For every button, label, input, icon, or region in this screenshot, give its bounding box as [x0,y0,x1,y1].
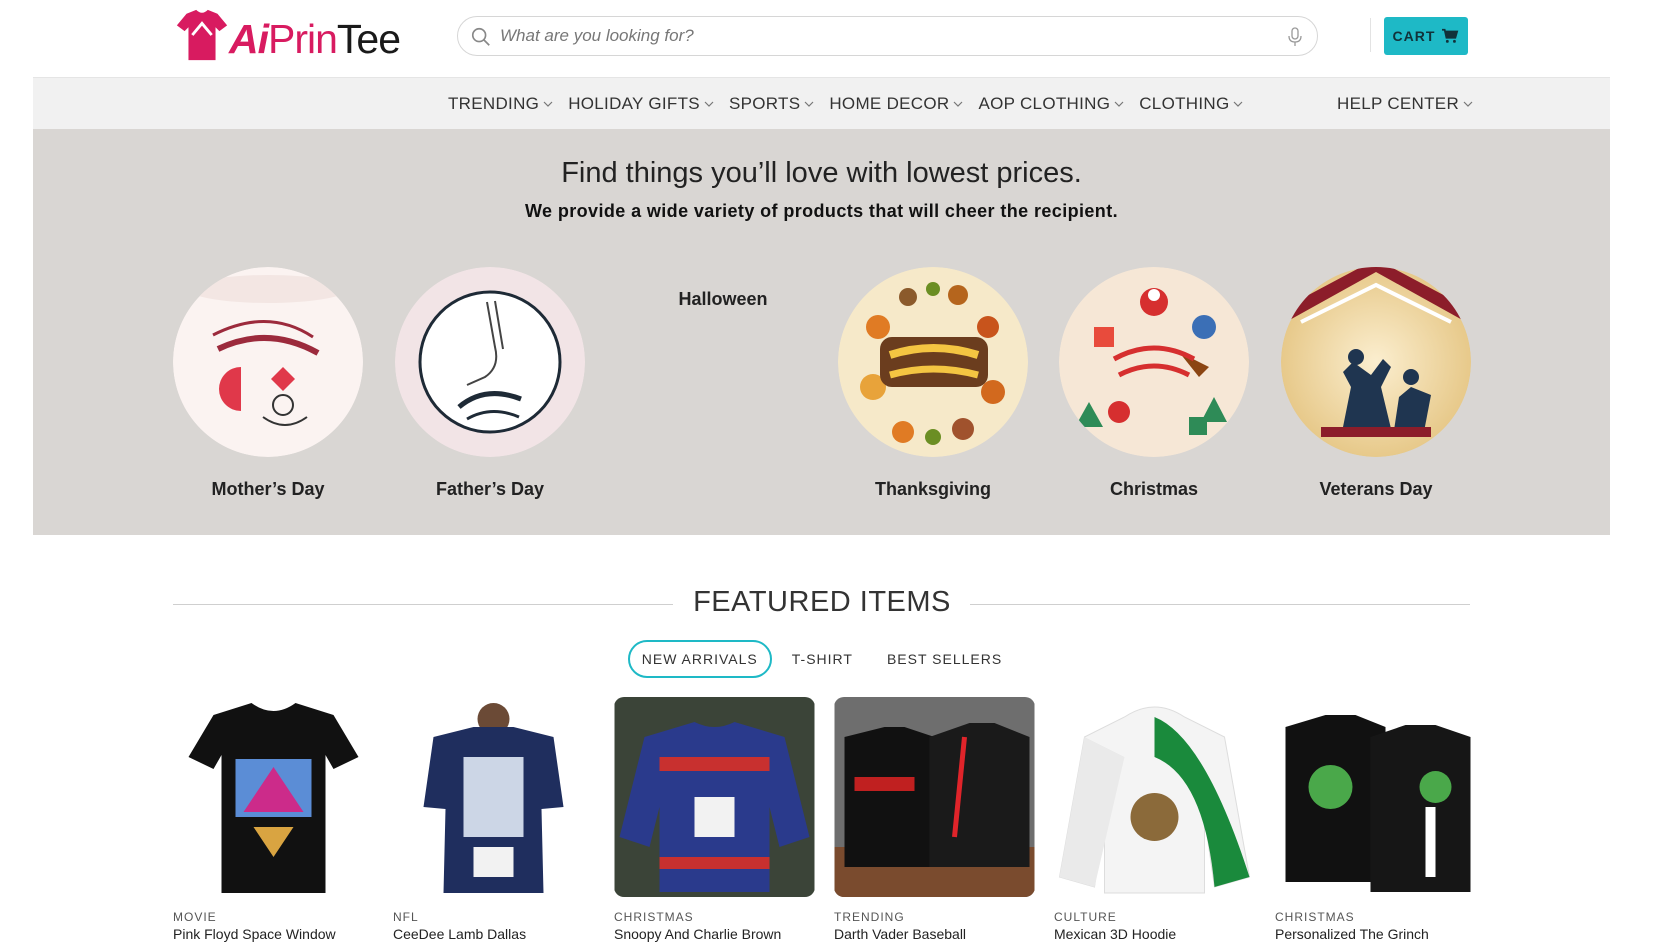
search-bar [457,16,1318,56]
product-image [393,697,594,897]
chevron-down-icon [1234,101,1243,107]
hero-title: Find things you’ll love with lowest pric… [561,157,1082,189]
product-image [173,697,374,897]
site-logo[interactable]: AiPrinTee [173,4,401,66]
featured-divider-right [970,604,1470,605]
christmas-image [1059,267,1249,457]
category-christmas[interactable]: Christmas [1059,267,1249,499]
product-card[interactable]: CULTURE Mexican 3D Hoodie [1054,697,1255,942]
fathers-day-image [395,267,585,457]
category-thanksgiving[interactable]: Thanksgiving [838,267,1028,499]
nav-menu: TRENDING HOLIDAY GIFTS SPORTS HOME DECOR… [448,78,1258,130]
nav-item-sports[interactable]: SPORTS [729,94,814,114]
product-category: CULTURE [1054,910,1117,924]
nav-item-holiday-gifts[interactable]: HOLIDAY GIFTS [568,94,714,114]
product-image [1275,697,1476,897]
category-label: Thanksgiving [874,479,991,499]
category-label: Veterans Day [1319,479,1433,499]
featured-tabs: NEW ARRIVALS T-SHIRT BEST SELLERS [0,640,1644,678]
product-card[interactable]: CHRISTMAS Snoopy And Charlie Brown [614,697,815,942]
product-category: CHRISTMAS [1275,910,1355,924]
logo-wordmark: AiPrinTee [229,16,401,62]
cart-icon [1442,28,1459,43]
category-label: Christmas [1109,479,1199,499]
nav-item-home-decor[interactable]: HOME DECOR [829,94,963,114]
mothers-day-image [173,267,363,457]
product-category: NFL [393,910,419,924]
nav-item-trending[interactable]: TRENDING [448,94,553,114]
product-name: Darth Vader Baseball [834,926,967,942]
microphone-icon[interactable] [1287,27,1303,47]
product-name: CeeDee Lamb Dallas [393,926,527,942]
product-name: Mexican 3D Hoodie [1054,926,1177,942]
product-category: TRENDING [834,910,905,924]
product-card[interactable]: NFL CeeDee Lamb Dallas [393,697,594,942]
chevron-down-icon [954,101,963,107]
category-label: Halloween [678,289,768,309]
nav-item-aop-clothing[interactable]: AOP CLOTHING [978,94,1124,114]
search-icon[interactable] [470,26,492,48]
tab-new-arrivals[interactable]: NEW ARRIVALS [627,640,772,678]
product-category: MOVIE [173,910,217,924]
product-image [834,697,1035,897]
product-name: Snoopy And Charlie Brown [614,926,782,942]
veterans-day-image [1281,259,1471,457]
site-header: AiPrinTee CART [33,0,1610,77]
search-input[interactable] [500,23,1260,49]
hero-banner: Find things you’ll love with lowest pric… [33,129,1610,535]
tab-best-sellers[interactable]: BEST SELLERS [873,640,1016,678]
cart-label: CART [1392,28,1436,44]
category-label: Mother’s Day [211,479,325,499]
product-card[interactable]: MOVIE Pink Floyd Space Window [173,697,374,942]
header-divider [1370,18,1371,52]
tab-t-shirt[interactable]: T-SHIRT [778,640,867,678]
category-fathers-day[interactable]: Father’s Day [395,267,585,499]
product-image [614,697,815,897]
product-card[interactable]: TRENDING Darth Vader Baseball [834,697,1035,942]
chevron-down-icon [1463,101,1473,107]
nav-item-help-center[interactable]: HELP CENTER [1337,78,1473,130]
tshirt-logo-icon [176,9,228,61]
nav-item-clothing[interactable]: CLOTHING [1139,94,1243,114]
chevron-down-icon [804,101,814,107]
product-category: CHRISTMAS [614,910,694,924]
chevron-down-icon [704,101,714,107]
category-label: Father’s Day [435,479,545,499]
product-name: Personalized The Grinch [1275,926,1429,942]
chevron-down-icon [1114,101,1124,107]
thanksgiving-image [838,267,1028,457]
product-image [1054,697,1255,897]
category-veterans-day[interactable]: Veterans Day [1281,259,1471,499]
chevron-down-icon [543,101,553,107]
category-mothers-day[interactable]: Mother’s Day [173,267,363,499]
cart-button[interactable]: CART [1384,17,1468,55]
main-navigation: TRENDING HOLIDAY GIFTS SPORTS HOME DECOR… [33,77,1610,129]
product-card[interactable]: CHRISTMAS Personalized The Grinch [1275,697,1476,942]
featured-title: FEATURED ITEMS [693,586,951,618]
product-name: Pink Floyd Space Window [173,926,336,942]
hero-subtitle: We provide a wide variety of products th… [524,201,1118,221]
